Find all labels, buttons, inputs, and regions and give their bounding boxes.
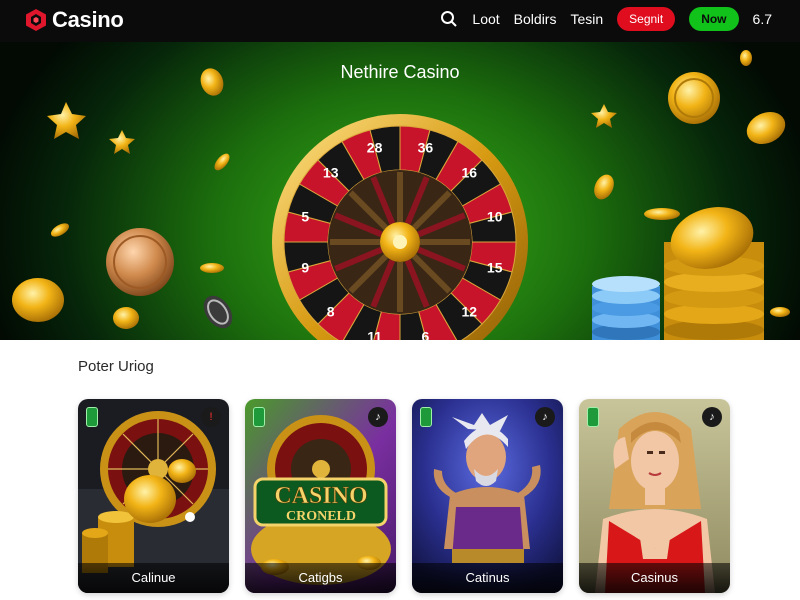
roulette-number: 12 (462, 303, 478, 319)
card-art-line2: CRONELD (286, 509, 356, 524)
blue-chip-stack-icon (592, 276, 660, 340)
brand-logo[interactable]: Casino (24, 7, 124, 33)
join-now-button[interactable]: Now (689, 7, 739, 31)
roulette-number: 16 (462, 165, 478, 181)
roulette-number: 8 (327, 303, 335, 319)
card-badge-right: ♪ (368, 407, 388, 427)
roulette-number: 13 (323, 165, 339, 181)
gold-coin-icon (12, 68, 233, 329)
roulette-number: 11 (367, 329, 382, 340)
roulette-number: 6 (422, 329, 430, 340)
cube-logo-icon (26, 9, 46, 31)
card-badge-left (86, 407, 98, 427)
roulette-number: 15 (487, 259, 503, 275)
roulette-number: 5 (301, 209, 309, 225)
gold-chip-stack-icon (664, 207, 764, 340)
header-extra-value: 6.7 (752, 11, 772, 27)
card-badge-right: ♪ (535, 407, 555, 427)
game-card-list: ! Calinue CASINO CRONELD ♪ Catigbs ♪ Cat… (78, 399, 730, 593)
game-card-caption: Catigbs (245, 563, 396, 593)
game-card-caption: Casinus (579, 563, 730, 593)
card-badge-right: ♪ (702, 407, 722, 427)
roulette-number: 10 (487, 209, 503, 225)
nav-link-boldirs[interactable]: Boldirs (514, 11, 557, 27)
card-badge-left (587, 407, 599, 427)
section-title: Poter Uriog (78, 358, 154, 375)
card-badge-left (420, 407, 432, 427)
sign-in-button[interactable]: Segnit (617, 7, 676, 31)
game-card-caption: Catinus (412, 563, 563, 593)
roulette-wheel-icon: 36 16 10 15 12 6 11 8 9 5 13 28 (272, 114, 528, 340)
game-card[interactable]: CASINO CRONELD ♪ Catigbs (245, 399, 396, 593)
nav-link-tesin[interactable]: Tesin (570, 11, 603, 27)
top-navigation-bar: Casino Loot Boldirs Tesin Segnit Now 6.7 (0, 0, 800, 42)
game-card[interactable]: ♪ Catinus (412, 399, 563, 593)
header-nav: Loot Boldirs Tesin Segnit Now 6.7 (440, 7, 772, 31)
roulette-number: 9 (301, 259, 309, 275)
game-card[interactable]: ! Calinue (78, 399, 229, 593)
roulette-number: 28 (367, 139, 383, 155)
search-icon[interactable] (440, 10, 458, 28)
card-art-line1: CASINO (274, 483, 367, 509)
brand-name: Casino (52, 7, 124, 32)
hero-artwork: 36 16 10 15 12 6 11 8 9 5 13 28 (12, 50, 790, 340)
roulette-number: 36 (418, 139, 434, 155)
game-card[interactable]: ♪ Casinus (579, 399, 730, 593)
card-badge-right: ! (201, 407, 221, 427)
hero-banner: 36 16 10 15 12 6 11 8 9 5 13 28 Nethire Casino (0, 42, 800, 340)
card-badge-left (253, 407, 265, 427)
nav-link-loot[interactable]: Loot (472, 11, 499, 27)
game-card-caption: Calinue (78, 563, 229, 593)
hero-title: Nethire Casino (340, 62, 460, 82)
